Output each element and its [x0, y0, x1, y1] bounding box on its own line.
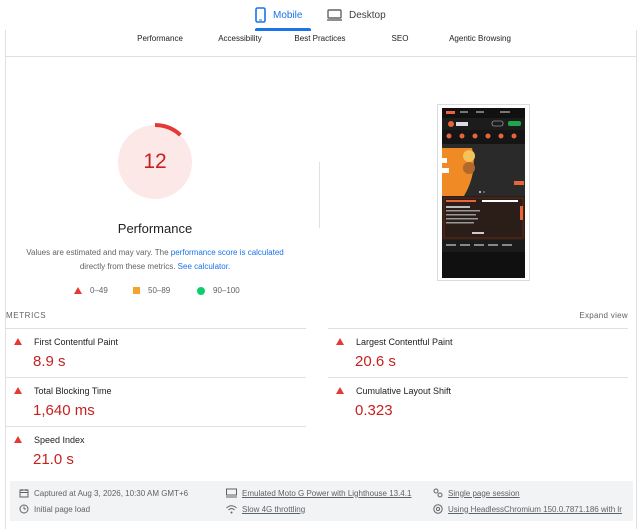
- see-calculator-link[interactable]: See calculator.: [178, 262, 230, 271]
- runtime-settings: Captured at Aug 3, 2026, 10:30 AM GMT+6 …: [10, 481, 633, 521]
- mobile-icon: [255, 7, 266, 23]
- metric-speed-index: Speed Index 21.0 s: [6, 426, 306, 475]
- chrome-icon: [433, 504, 443, 514]
- legend-pass: 90–100: [197, 286, 240, 295]
- network-throttling[interactable]: Slow 4G throttling: [226, 504, 305, 514]
- performance-note: Values are estimated and may vary. The p…: [22, 246, 288, 274]
- metric-value: 1,640 ms: [33, 402, 95, 419]
- session-icon: [433, 488, 443, 498]
- metric-name: Cumulative Layout Shift: [356, 386, 452, 396]
- average-square-icon: [133, 287, 140, 294]
- tab-accessibility[interactable]: Accessibility: [218, 34, 262, 43]
- metrics-heading: METRICS: [6, 311, 47, 320]
- tab-seo[interactable]: SEO: [392, 34, 409, 43]
- desktop-icon: [327, 9, 342, 21]
- legend-fail-range: 0–49: [90, 286, 108, 295]
- initial-load: Initial page load: [19, 504, 90, 514]
- legend-average-range: 50–89: [148, 286, 171, 295]
- metric-first-contentful-paint: First Contentful Paint 8.9 s: [6, 328, 306, 377]
- tab-mobile[interactable]: Mobile: [255, 0, 311, 31]
- metric-value: 21.0 s: [33, 451, 74, 468]
- note-text: Values are estimated and may vary. The: [26, 248, 171, 257]
- metric-value: 20.6 s: [355, 353, 396, 370]
- device-tabs: Mobile Desktop: [0, 0, 642, 31]
- note-text-2: directly from these metrics.: [79, 262, 178, 271]
- final-screenshot[interactable]: [437, 104, 530, 281]
- performance-score-link[interactable]: performance score is calculated: [171, 248, 284, 257]
- metric-total-blocking-time: Total Blocking Time 1,640 ms: [6, 377, 306, 426]
- wifi-icon: [226, 505, 237, 514]
- emulated-device[interactable]: Emulated Moto G Power with Lighthouse 13…: [226, 488, 411, 498]
- legend-fail: 0–49: [74, 286, 108, 295]
- metric-value: 0.323: [355, 402, 393, 419]
- fail-triangle-icon: [74, 287, 82, 294]
- section-divider: [319, 162, 320, 228]
- pass-circle-icon: [197, 286, 205, 295]
- metric-name: Largest Contentful Paint: [356, 337, 453, 347]
- initial-load-text: Initial page load: [34, 504, 91, 514]
- metric-name: Total Blocking Time: [34, 386, 112, 396]
- fail-triangle-icon: [14, 338, 22, 345]
- browser-version-text[interactable]: Using HeadlessChromium 150.0.7871.186 wi…: [448, 505, 622, 514]
- legend-average: 50–89: [133, 286, 170, 295]
- metric-name: Speed Index: [34, 435, 85, 445]
- metric-name: First Contentful Paint: [34, 337, 119, 347]
- session-mode[interactable]: Single page session: [433, 488, 520, 498]
- tab-desktop[interactable]: Desktop: [327, 0, 386, 30]
- captured-at: Captured at Aug 3, 2026, 10:30 AM GMT+6: [19, 488, 188, 498]
- tab-agentic-browsing[interactable]: Agentic Browsing: [449, 34, 511, 43]
- screenshot-content: [442, 108, 525, 278]
- fail-triangle-icon: [14, 387, 22, 394]
- tab-mobile-label: Mobile: [273, 9, 303, 21]
- performance-title: Performance: [117, 221, 193, 236]
- frame-border-right: [636, 30, 637, 529]
- screenshot-image: [442, 108, 525, 278]
- captured-at-text: Captured at Aug 3, 2026, 10:30 AM GMT+6: [34, 488, 189, 498]
- fail-triangle-icon: [336, 387, 344, 394]
- browser-version[interactable]: Using HeadlessChromium 150.0.7871.186 wi…: [433, 504, 622, 514]
- tab-performance[interactable]: Performance: [137, 34, 183, 43]
- performance-score: 12: [143, 150, 167, 173]
- fail-triangle-icon: [336, 338, 344, 345]
- session-mode-text[interactable]: Single page session: [448, 489, 520, 498]
- legend-pass-range: 90–100: [213, 286, 240, 295]
- category-tabs: Performance Accessibility Best Practices…: [5, 30, 637, 57]
- metric-largest-contentful-paint: Largest Contentful Paint 20.6 s: [328, 328, 628, 377]
- timer-icon: [19, 504, 29, 514]
- device-icon: [226, 488, 237, 498]
- tab-desktop-label: Desktop: [349, 9, 386, 21]
- expand-view-toggle[interactable]: Expand view: [579, 311, 628, 320]
- tab-best-practices[interactable]: Best Practices: [294, 34, 345, 43]
- metric-cumulative-layout-shift: Cumulative Layout Shift 0.323: [328, 377, 628, 426]
- metric-value: 8.9 s: [33, 353, 66, 370]
- calendar-icon: [19, 489, 29, 498]
- emulated-device-text[interactable]: Emulated Moto G Power with Lighthouse 13…: [242, 489, 411, 498]
- network-throttling-text[interactable]: Slow 4G throttling: [242, 505, 305, 514]
- fail-triangle-icon: [14, 436, 22, 443]
